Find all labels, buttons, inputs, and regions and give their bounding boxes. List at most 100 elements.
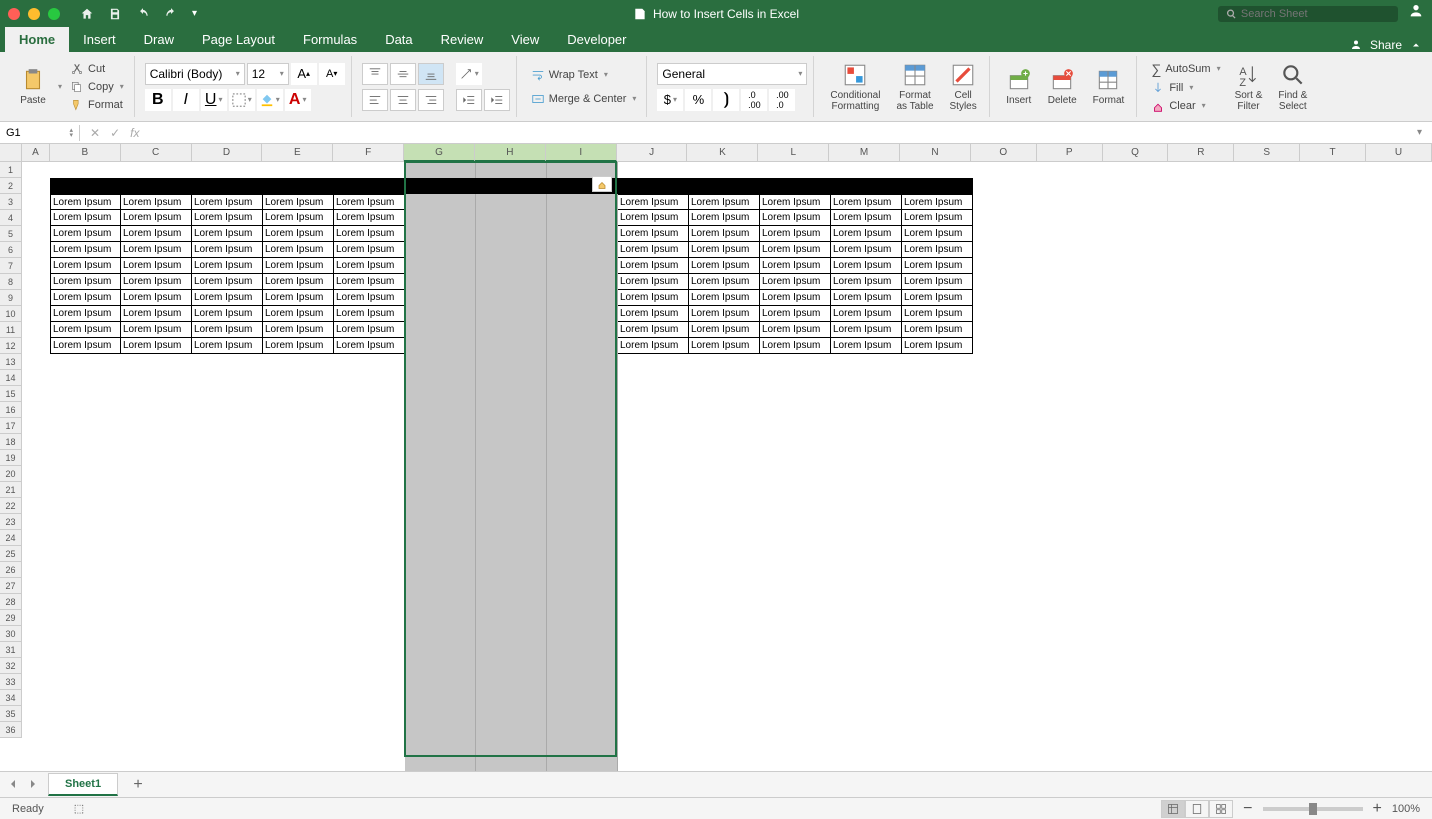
cell-J4[interactable]: Lorem Ipsum <box>618 210 689 226</box>
cell-E10[interactable]: Lorem Ipsum <box>263 306 334 322</box>
row-header-19[interactable]: 19 <box>0 450 22 466</box>
cell-B12[interactable]: Lorem Ipsum <box>50 338 121 354</box>
minimize-window-button[interactable] <box>28 8 40 20</box>
wrap-text-button[interactable]: Wrap Text▾ <box>527 67 641 83</box>
undo-icon[interactable] <box>136 7 150 21</box>
row-header-35[interactable]: 35 <box>0 706 22 722</box>
bold-button[interactable]: B <box>145 89 171 111</box>
cancel-formula-icon[interactable]: ✕ <box>90 126 100 140</box>
cell-E6[interactable]: Lorem Ipsum <box>263 242 334 258</box>
row-header-3[interactable]: 3 <box>0 194 22 210</box>
col-header-J[interactable]: J <box>617 144 688 162</box>
cell-B4[interactable]: Lorem Ipsum <box>50 210 121 226</box>
share-button[interactable]: Share <box>1370 38 1402 52</box>
copy-button[interactable]: Copy▾ <box>66 79 128 95</box>
cell-K11[interactable]: Lorem Ipsum <box>689 322 760 338</box>
spreadsheet-grid[interactable]: ABCDEFGHIJKLMNOPQRSTU 123456789101112131… <box>0 144 1432 771</box>
cell-E9[interactable]: Lorem Ipsum <box>263 290 334 306</box>
row-header-26[interactable]: 26 <box>0 562 22 578</box>
format-painter-button[interactable]: Format <box>66 97 128 113</box>
cell-D6[interactable]: Lorem Ipsum <box>192 242 263 258</box>
col-header-K[interactable]: K <box>687 144 758 162</box>
page-layout-view-button[interactable] <box>1185 800 1209 818</box>
cell-M11[interactable]: Lorem Ipsum <box>831 322 902 338</box>
close-window-button[interactable] <box>8 8 20 20</box>
row-header-27[interactable]: 27 <box>0 578 22 594</box>
cell-E3[interactable]: Lorem Ipsum <box>263 194 334 210</box>
cell-E11[interactable]: Lorem Ipsum <box>263 322 334 338</box>
cell-N9[interactable]: Lorem Ipsum <box>902 290 973 306</box>
format-as-table-button[interactable]: Format as Table <box>890 60 939 114</box>
row-header-28[interactable]: 28 <box>0 594 22 610</box>
cell-N3[interactable]: Lorem Ipsum <box>902 194 973 210</box>
formula-input[interactable] <box>149 125 1407 141</box>
cell-B10[interactable]: Lorem Ipsum <box>50 306 121 322</box>
tab-insert[interactable]: Insert <box>69 27 130 52</box>
cell-F10[interactable]: Lorem Ipsum <box>334 306 405 322</box>
row-header-32[interactable]: 32 <box>0 658 22 674</box>
cut-button[interactable]: Cut <box>66 61 128 77</box>
col-header-A[interactable]: A <box>22 144 50 162</box>
tab-developer[interactable]: Developer <box>553 27 640 52</box>
cell-E8[interactable]: Lorem Ipsum <box>263 274 334 290</box>
row-header-17[interactable]: 17 <box>0 418 22 434</box>
maximize-window-button[interactable] <box>48 8 60 20</box>
cell-C9[interactable]: Lorem Ipsum <box>121 290 192 306</box>
cell-K4[interactable]: Lorem Ipsum <box>689 210 760 226</box>
cell-K6[interactable]: Lorem Ipsum <box>689 242 760 258</box>
normal-view-button[interactable] <box>1161 800 1185 818</box>
zoom-level[interactable]: 100% <box>1392 803 1420 815</box>
autosum-button[interactable]: ∑AutoSum▾ <box>1147 60 1224 78</box>
cell-K5[interactable]: Lorem Ipsum <box>689 226 760 242</box>
cell-F6[interactable]: Lorem Ipsum <box>334 242 405 258</box>
delete-cells-button[interactable]: Delete <box>1042 65 1083 108</box>
cell-L3[interactable]: Lorem Ipsum <box>760 194 831 210</box>
user-account-icon[interactable] <box>1408 3 1424 24</box>
cell-L5[interactable]: Lorem Ipsum <box>760 226 831 242</box>
cell-M5[interactable]: Lorem Ipsum <box>831 226 902 242</box>
col-header-T[interactable]: T <box>1300 144 1366 162</box>
next-sheet-button[interactable] <box>28 776 38 794</box>
cell-B5[interactable]: Lorem Ipsum <box>50 226 121 242</box>
col-header-G[interactable]: G <box>404 144 475 162</box>
paste-dropdown-icon[interactable]: ▾ <box>58 82 62 91</box>
underline-button[interactable]: U▾ <box>201 89 227 111</box>
tab-data[interactable]: Data <box>371 27 426 52</box>
row-header-18[interactable]: 18 <box>0 434 22 450</box>
save-icon[interactable] <box>108 7 122 21</box>
home-icon[interactable] <box>80 7 94 21</box>
row-header-29[interactable]: 29 <box>0 610 22 626</box>
col-header-N[interactable]: N <box>900 144 971 162</box>
cell-E4[interactable]: Lorem Ipsum <box>263 210 334 226</box>
cell-D8[interactable]: Lorem Ipsum <box>192 274 263 290</box>
cell-D5[interactable]: Lorem Ipsum <box>192 226 263 242</box>
row-header-25[interactable]: 25 <box>0 546 22 562</box>
tab-page-layout[interactable]: Page Layout <box>188 27 289 52</box>
sheet-tab[interactable]: Sheet1 <box>48 773 118 796</box>
tab-home[interactable]: Home <box>5 27 69 52</box>
cell-F9[interactable]: Lorem Ipsum <box>334 290 405 306</box>
cell-D12[interactable]: Lorem Ipsum <box>192 338 263 354</box>
cell-C3[interactable]: Lorem Ipsum <box>121 194 192 210</box>
page-break-view-button[interactable] <box>1209 800 1233 818</box>
italic-button[interactable]: I <box>173 89 199 111</box>
row-header-11[interactable]: 11 <box>0 322 22 338</box>
cell-B8[interactable]: Lorem Ipsum <box>50 274 121 290</box>
row-header-14[interactable]: 14 <box>0 370 22 386</box>
merge-center-button[interactable]: Merge & Center▾ <box>527 91 641 107</box>
expand-formula-bar-icon[interactable]: ▾ <box>1407 127 1432 138</box>
increase-decimal-button[interactable]: .0.00 <box>741 89 767 111</box>
number-format-select[interactable]: General▾ <box>657 63 807 85</box>
cell-N4[interactable]: Lorem Ipsum <box>902 210 973 226</box>
orientation-button[interactable]: ▾ <box>456 63 482 85</box>
cell-D10[interactable]: Lorem Ipsum <box>192 306 263 322</box>
row-header-6[interactable]: 6 <box>0 242 22 258</box>
cell-M12[interactable]: Lorem Ipsum <box>831 338 902 354</box>
row-header-13[interactable]: 13 <box>0 354 22 370</box>
cell-L7[interactable]: Lorem Ipsum <box>760 258 831 274</box>
cell-K9[interactable]: Lorem Ipsum <box>689 290 760 306</box>
row-header-23[interactable]: 23 <box>0 514 22 530</box>
row-header-22[interactable]: 22 <box>0 498 22 514</box>
decrease-indent-button[interactable] <box>456 89 482 111</box>
zoom-in-button[interactable]: + <box>1373 800 1382 818</box>
